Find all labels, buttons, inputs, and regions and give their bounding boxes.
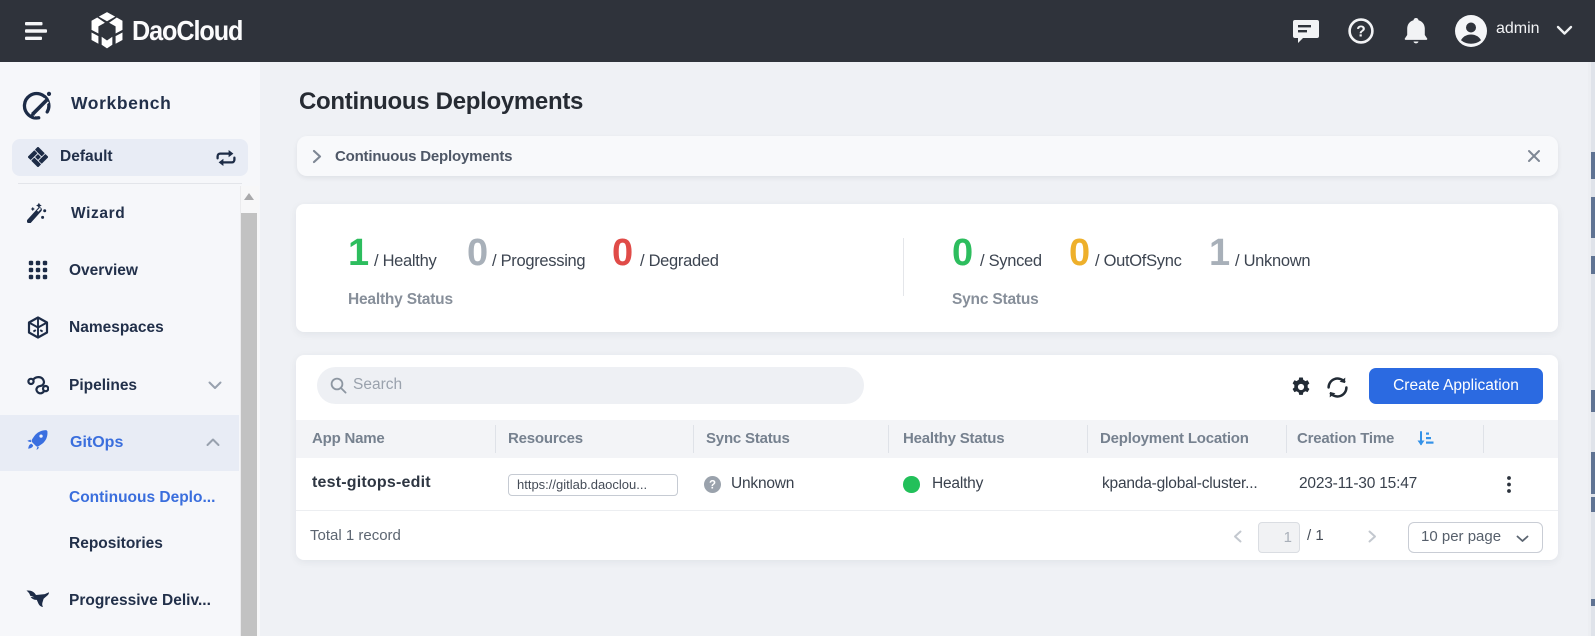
- svg-text:?: ?: [709, 480, 716, 492]
- svg-text:?: ?: [1356, 24, 1365, 41]
